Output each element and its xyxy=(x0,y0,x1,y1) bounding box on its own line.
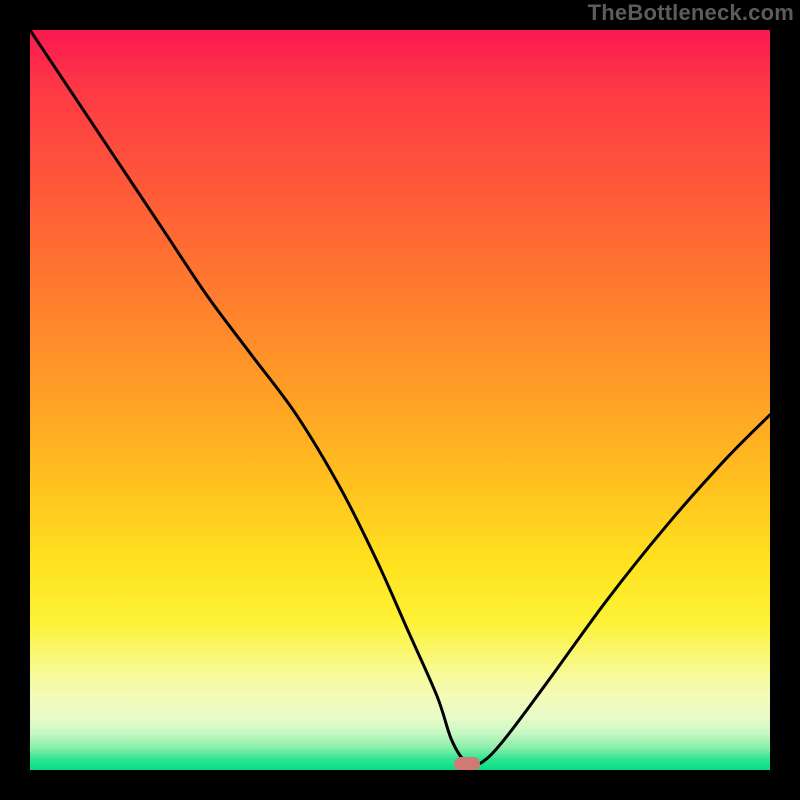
bottleneck-curve-svg xyxy=(30,30,770,770)
watermark-text: TheBottleneck.com xyxy=(588,0,794,26)
optimal-point-marker xyxy=(454,757,480,770)
chart-frame: TheBottleneck.com xyxy=(0,0,800,800)
plot-area xyxy=(30,30,770,770)
bottleneck-curve xyxy=(30,30,770,765)
